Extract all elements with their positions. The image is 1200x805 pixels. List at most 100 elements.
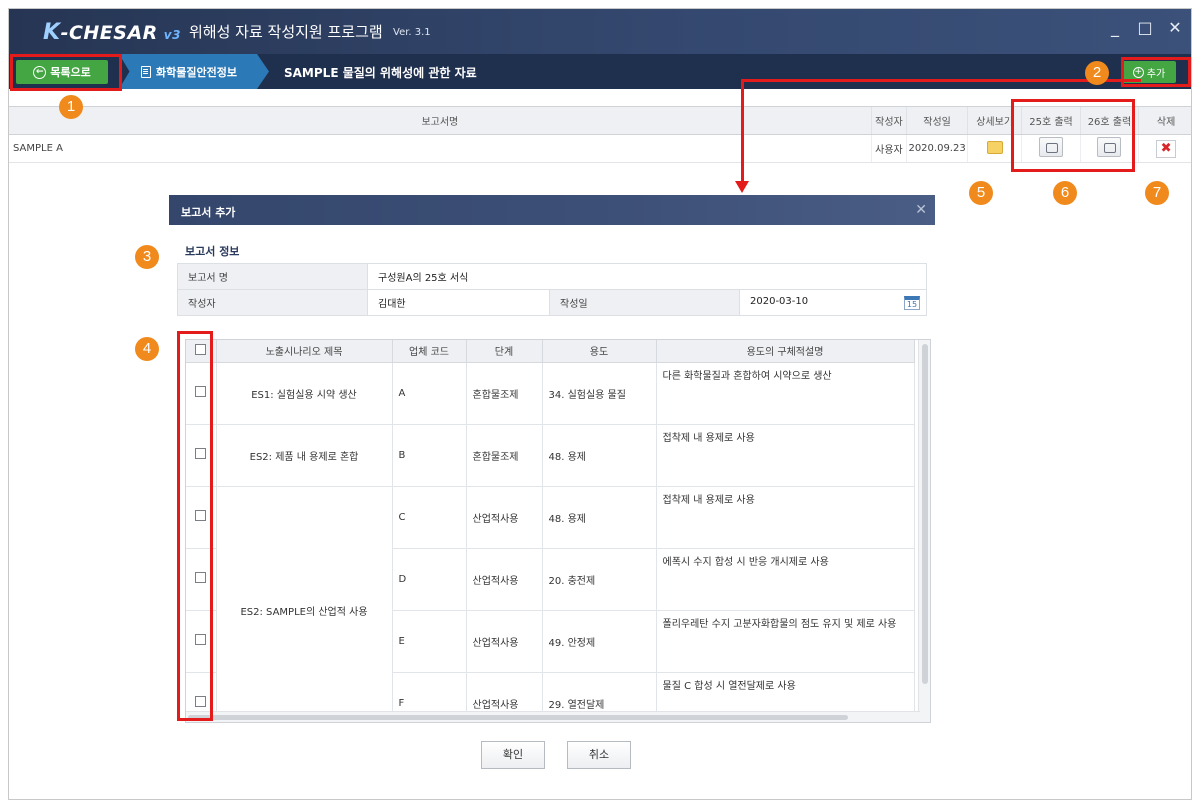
col-print-25: 25호 출력: [1021, 106, 1081, 135]
report-author-cell: 사용자: [870, 134, 907, 163]
col-company-code: 업체 코드: [392, 340, 467, 363]
back-to-list-button[interactable]: ← 목록으로: [16, 60, 108, 84]
date-value: 2020-03-10: [750, 295, 809, 307]
row-checkbox[interactable]: [195, 386, 207, 397]
folder-icon[interactable]: [986, 140, 1003, 154]
callout-3: 3: [135, 245, 159, 269]
row-checkbox-cell: [186, 610, 217, 673]
breadcrumb-section-label: 화학물질안전정보: [156, 65, 237, 79]
use-cell: 48. 용제: [542, 486, 657, 549]
select-all-checkbox[interactable]: [195, 343, 207, 355]
arrow-head: [735, 181, 749, 193]
delete-cell: ✖: [1138, 134, 1191, 163]
report-date-cell: 2020.09.23: [906, 134, 968, 163]
table-row[interactable]: SAMPLE A 사용자 2020.09.23 ✖: [9, 134, 1191, 163]
window-controls: _ □ ✕: [1107, 18, 1183, 37]
use-cell: 20. 충전제: [542, 548, 657, 611]
breadcrumb-section[interactable]: 화학물질안전정보: [119, 54, 269, 89]
cancel-button[interactable]: 취소: [567, 741, 631, 769]
app-version: Ver. 3.1: [393, 27, 431, 38]
use-description-cell[interactable]: 다른 화학물질과 혼합하여 시약으로 생산: [656, 362, 915, 425]
app-logo: K-CHESAR v3: [43, 20, 181, 45]
vertical-scrollbar[interactable]: [918, 340, 930, 722]
close-window-button[interactable]: ✕: [1167, 18, 1183, 37]
use-description-cell[interactable]: 폴리우레탄 수지 고분자화합물의 점도 유지 및 제로 사용: [656, 610, 915, 673]
print-26-cell: [1079, 134, 1139, 163]
callout-4: 4: [135, 337, 159, 361]
add-report-label: 추가: [1146, 68, 1166, 80]
back-to-list-label: 목록으로: [50, 66, 91, 79]
row-checkbox[interactable]: [195, 572, 207, 583]
document-icon: [141, 65, 151, 78]
app-title: 위해성 자료 작성지원 프로그램: [189, 23, 383, 41]
table-row[interactable]: ES1: 실험실용 시약 생산 A 혼합물조제 34. 실험실용 물질 다른 화…: [186, 362, 915, 425]
logo-text: -CHESAR: [60, 22, 158, 44]
calendar-icon[interactable]: 15: [904, 295, 920, 310]
logo-version: v3: [163, 28, 181, 42]
use-description-cell[interactable]: 접착제 내 용제로 사용: [656, 486, 915, 549]
confirm-button[interactable]: 확인: [481, 741, 545, 769]
author-field[interactable]: 김대한: [367, 289, 550, 316]
row-checkbox[interactable]: [195, 696, 207, 707]
col-use-description: 용도의 구체적설명: [656, 340, 915, 363]
scenario-table-header: 노출시나리오 제목 업체 코드 단계 용도 용도의 구체적설명: [186, 340, 915, 363]
row-checkbox[interactable]: [195, 634, 207, 645]
dialog-header: 보고서 추가 ✕: [169, 195, 935, 225]
report-info-form: 보고서 명 구성원A의 25호 서식 작성자 김대한 작성일 2020-03-1…: [177, 263, 927, 316]
scenario-title-cell: ES2: 제품 내 용제로 혼합: [216, 424, 393, 487]
scenario-title-cell: ES2: SAMPLE의 산업적 사용: [216, 486, 393, 722]
print-25-cell: [1021, 134, 1081, 163]
report-name-field[interactable]: 구성원A의 25호 서식: [367, 263, 927, 290]
col-print-26: 26호 출력: [1079, 106, 1139, 135]
report-name-label: 보고서 명: [177, 263, 368, 290]
detail-cell: [966, 134, 1022, 163]
delete-x-icon[interactable]: ✖: [1156, 139, 1177, 158]
stage-cell: 혼합물조제: [466, 362, 543, 425]
nav-bar: ← 목록으로 화학물질안전정보 SAMPLE 물질의 위해성에 관한 자료 + …: [9, 54, 1191, 89]
stage-cell: 산업적사용: [466, 486, 543, 549]
col-delete: 삭제: [1138, 106, 1191, 135]
printer-icon[interactable]: [1038, 137, 1063, 157]
company-code-cell: A: [392, 362, 467, 425]
arrow-vertical: [741, 79, 744, 183]
stage-cell: 산업적사용: [466, 610, 543, 673]
plus-circle-icon: +: [1132, 66, 1144, 78]
scenario-title-cell: ES1: 실험실용 시약 생산: [216, 362, 393, 425]
use-description-cell[interactable]: 에폭시 수지 합성 시 반응 개시제로 사용: [656, 548, 915, 611]
stage-cell: 산업적사용: [466, 548, 543, 611]
breadcrumb-page: SAMPLE 물질의 위해성에 관한 자료: [284, 66, 477, 80]
minimize-button[interactable]: _: [1107, 18, 1123, 37]
callout-1: 1: [59, 95, 83, 119]
row-checkbox[interactable]: [195, 448, 207, 459]
scenario-table: 노출시나리오 제목 업체 코드 단계 용도 용도의 구체적설명 ES1: 실험실…: [186, 340, 915, 722]
callout-6: 6: [1053, 181, 1077, 205]
report-table: 보고서명 작성자 작성일 상세보기 25호 출력 26호 출력 삭제 SAMPL…: [9, 106, 1191, 163]
col-detail: 상세보기: [966, 106, 1022, 135]
company-code-cell: B: [392, 424, 467, 487]
row-checkbox[interactable]: [195, 510, 207, 521]
row-checkbox-cell: [186, 424, 217, 487]
table-row[interactable]: ES2: SAMPLE의 산업적 사용 C 산업적사용 48. 용제 접착제 내…: [186, 486, 915, 722]
vertical-scrollbar-thumb[interactable]: [922, 344, 928, 684]
select-all-header: [186, 340, 217, 363]
report-table-header: 보고서명 작성자 작성일 상세보기 25호 출력 26호 출력 삭제: [9, 106, 1191, 135]
dialog-close-icon[interactable]: ✕: [915, 202, 927, 218]
date-field[interactable]: 2020-03-10 15: [739, 289, 927, 316]
use-description-cell[interactable]: 접착제 내 용제로 사용: [656, 424, 915, 487]
use-cell: 49. 안정제: [542, 610, 657, 673]
horizontal-scrollbar[interactable]: [186, 711, 920, 722]
callout-2: 2: [1085, 61, 1109, 85]
add-report-dialog: 보고서 추가 ✕ 보고서 정보 보고서 명 구성원A의 25호 서식 작성자 김…: [169, 195, 935, 783]
author-label: 작성자: [177, 289, 368, 316]
maximize-button[interactable]: □: [1137, 18, 1153, 37]
table-row[interactable]: ES2: 제품 내 용제로 혼합 B 혼합물조제 48. 용제 접착제 내 용제…: [186, 424, 915, 487]
title-bar: K-CHESAR v3 위해성 자료 작성지원 프로그램 Ver. 3.1 _ □…: [9, 9, 1191, 54]
use-cell: 48. 용제: [542, 424, 657, 487]
col-use: 용도: [542, 340, 657, 363]
printer-icon[interactable]: [1097, 137, 1122, 157]
col-date: 작성일: [906, 106, 968, 135]
col-scenario-title: 노출시나리오 제목: [216, 340, 393, 363]
scenario-grid: 노출시나리오 제목 업체 코드 단계 용도 용도의 구체적설명 ES1: 실험실…: [185, 339, 931, 723]
row-checkbox-cell: [186, 486, 217, 549]
horizontal-scrollbar-thumb[interactable]: [188, 715, 848, 720]
